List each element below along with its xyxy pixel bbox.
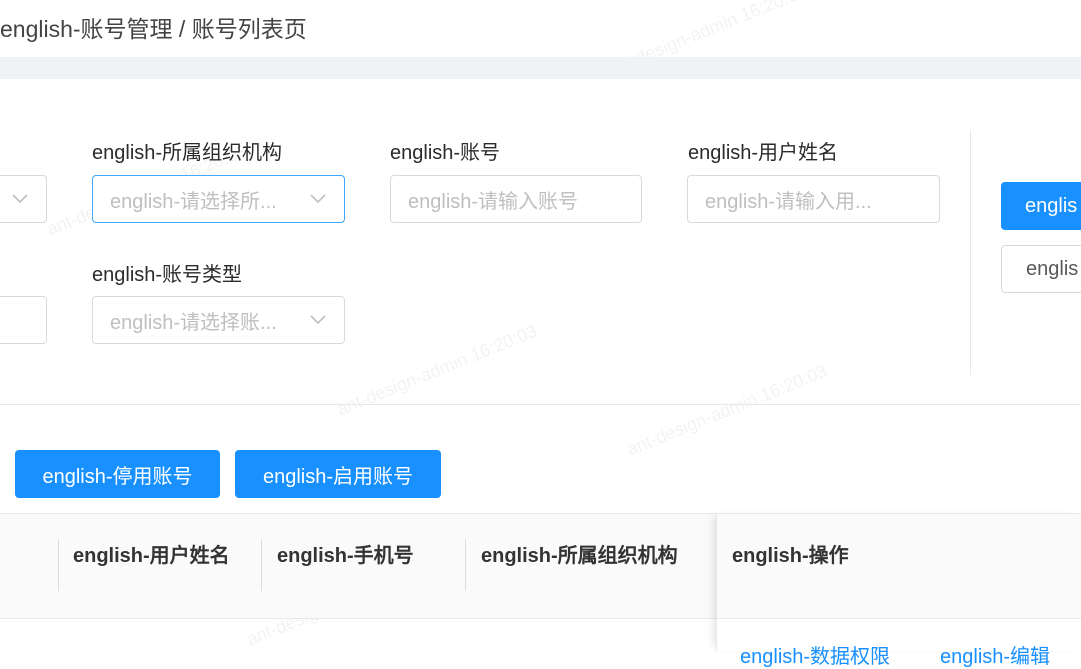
column-separator (261, 539, 262, 591)
column-header-org: english-所属组织机构 (481, 545, 678, 567)
cut-off-input[interactable] (0, 296, 47, 344)
account-input[interactable]: english-请输入账号 (390, 175, 642, 223)
watermark: ant-design-admin 16:20:03 (623, 360, 830, 460)
watermark: ant-design-admin 16:20:03 (333, 320, 540, 420)
breadcrumb: english-账号管理 / 账号列表页 (0, 16, 307, 42)
chevron-down-icon (310, 194, 326, 204)
cut-off-select[interactable] (0, 175, 47, 223)
column-header-actions: english-操作 (732, 545, 849, 567)
username-input[interactable]: english-请输入用... (687, 175, 940, 223)
column-separator (58, 539, 59, 591)
chevron-down-icon (12, 194, 28, 204)
enable-account-button[interactable]: english-启用账号 (235, 450, 441, 498)
account-placeholder: english-请输入账号 (408, 190, 579, 213)
username-label: english-用户姓名 (688, 142, 839, 164)
search-button[interactable]: englis (1001, 182, 1081, 230)
org-placeholder: english-请选择所... (110, 190, 277, 213)
fixed-action-column (716, 513, 1081, 651)
column-header-phone: english-手机号 (277, 545, 414, 567)
column-separator (465, 539, 466, 591)
account-label: english-账号 (390, 142, 501, 164)
filter-divider (970, 130, 971, 375)
edit-link[interactable]: english-编辑 (940, 640, 1050, 669)
org-label: english-所属组织机构 (92, 142, 283, 164)
account-type-label: english-账号类型 (92, 264, 243, 286)
account-type-placeholder: english-请选择账... (110, 311, 277, 334)
data-permission-link[interactable]: english-数据权限 (740, 640, 890, 669)
disable-account-button[interactable]: english-停用账号 (15, 450, 220, 498)
chevron-down-icon (310, 315, 326, 325)
column-header-username: english-用户姓名 (73, 545, 230, 567)
username-placeholder: english-请输入用... (705, 190, 872, 213)
org-select[interactable]: english-请选择所... (92, 175, 345, 223)
account-type-select[interactable]: english-请选择账... (92, 296, 345, 344)
header-band (0, 57, 1081, 79)
section-divider (0, 404, 1081, 405)
reset-button[interactable]: englis (1001, 245, 1081, 293)
